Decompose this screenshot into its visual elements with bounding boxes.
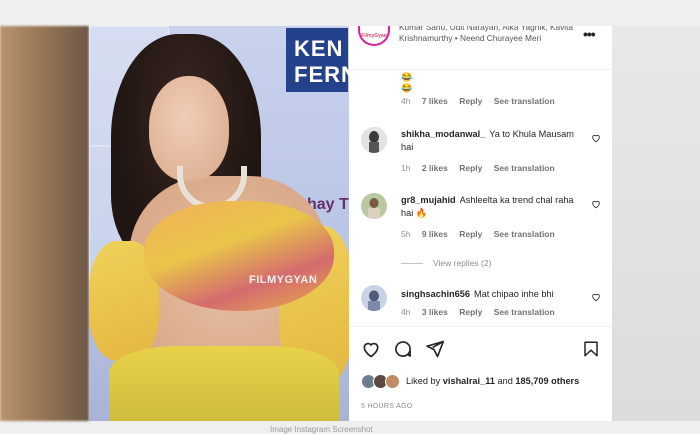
- post-timestamp: 5 HOURS AGO: [361, 403, 413, 410]
- liked-count[interactable]: 185,709: [515, 376, 548, 386]
- photo-subject-outfit: [144, 201, 334, 311]
- heart-icon[interactable]: [591, 133, 601, 143]
- liked-and: and: [497, 375, 513, 386]
- more-icon[interactable]: •••: [583, 26, 603, 42]
- share-icon[interactable]: [425, 339, 445, 359]
- post-photo[interactable]: KEN FERN hay T FILMYGYAN: [89, 26, 349, 421]
- replies-divider: [401, 263, 423, 265]
- post-header: FilmyGyan Kumar Sanu, Udit Narayan, Alka…: [349, 26, 612, 70]
- screenshot-stage: KEN FERN hay T FILMYGYAN FilmyGyan Kumar…: [0, 0, 700, 434]
- comment-likes[interactable]: 3 likes: [422, 307, 448, 317]
- likes-summary[interactable]: Liked by vishalrai_11 and 185,709 others: [361, 374, 601, 389]
- comment-username[interactable]: singhsachin656: [401, 289, 470, 299]
- see-translation-button[interactable]: See translation: [494, 307, 555, 317]
- avatar[interactable]: [361, 285, 387, 311]
- photo-watermark: FILMYGYAN: [249, 274, 318, 286]
- comment-likes[interactable]: 9 likes: [422, 229, 448, 239]
- heart-icon[interactable]: [591, 199, 601, 209]
- avatar[interactable]: [361, 193, 387, 219]
- audio-track-label[interactable]: Kumar Sanu, Udit Narayan, Alka Yagnik, K…: [399, 26, 579, 44]
- comment-meta: 5h 9 likes Reply See translation: [401, 229, 564, 239]
- comment-age: 4h: [401, 307, 411, 317]
- reply-button[interactable]: Reply: [459, 229, 482, 239]
- audio-avatar[interactable]: FilmyGyan: [358, 26, 390, 46]
- heart-icon[interactable]: [591, 292, 601, 302]
- comment-age: 5h: [401, 229, 411, 239]
- see-translation-button[interactable]: See translation: [494, 163, 555, 173]
- comment-meta: 4h 7 likes Reply See translation: [401, 96, 564, 106]
- audio-avatar-text: FilmyGyan: [361, 33, 387, 39]
- heart-icon[interactable]: [361, 339, 381, 359]
- blurred-background-right: [612, 26, 700, 421]
- avatar[interactable]: [361, 127, 387, 153]
- avatar: [385, 374, 400, 389]
- reply-button[interactable]: Reply: [459, 307, 482, 317]
- reply-button[interactable]: Reply: [459, 96, 482, 106]
- liked-prefix: Liked by: [406, 375, 441, 386]
- blurred-background-left: [0, 26, 89, 421]
- see-translation-button[interactable]: See translation: [494, 96, 555, 106]
- comment-meta: 4h 3 likes Reply See translation: [401, 307, 564, 317]
- see-translation-button[interactable]: See translation: [494, 229, 555, 239]
- comment-icon[interactable]: [393, 339, 413, 359]
- liked-username[interactable]: vishalrai_11: [443, 376, 495, 386]
- comment-body: gr8_mujahid Ashleelta ka trend chal raha …: [401, 194, 581, 220]
- comment-likes[interactable]: 7 likes: [422, 96, 448, 106]
- photo-subject-skirt: [109, 346, 339, 421]
- comment-likes[interactable]: 2 likes: [422, 163, 448, 173]
- post-action-bar: Liked by vishalrai_11 and 185,709 others…: [349, 326, 612, 421]
- comment-body: shikha_modanwal_ Ya to Khula Mausam hai: [401, 128, 581, 154]
- view-replies-button[interactable]: View replies (2): [401, 258, 491, 268]
- comment-text: 😂 😂: [401, 72, 413, 93]
- reply-button[interactable]: Reply: [459, 163, 482, 173]
- liker-avatars: [361, 374, 403, 389]
- comment-age: 1h: [401, 163, 411, 173]
- comment-meta: 1h 2 likes Reply See translation: [401, 163, 564, 173]
- comment-username[interactable]: gr8_mujahid: [401, 195, 456, 205]
- view-replies-label: View replies (2): [433, 258, 492, 268]
- bookmark-icon[interactable]: [582, 339, 600, 359]
- comment-text: Mat chipao inhe bhi: [473, 289, 554, 299]
- comment-body: singhsachin656 Mat chipao inhe bhi: [401, 288, 581, 301]
- comment-age: 4h: [401, 96, 411, 106]
- event-backdrop-logo: KEN FERN: [286, 28, 349, 92]
- comment-username[interactable]: shikha_modanwal_: [401, 129, 485, 139]
- post-side-panel: FilmyGyan Kumar Sanu, Udit Narayan, Alka…: [349, 26, 612, 421]
- liked-suffix[interactable]: others: [551, 376, 579, 386]
